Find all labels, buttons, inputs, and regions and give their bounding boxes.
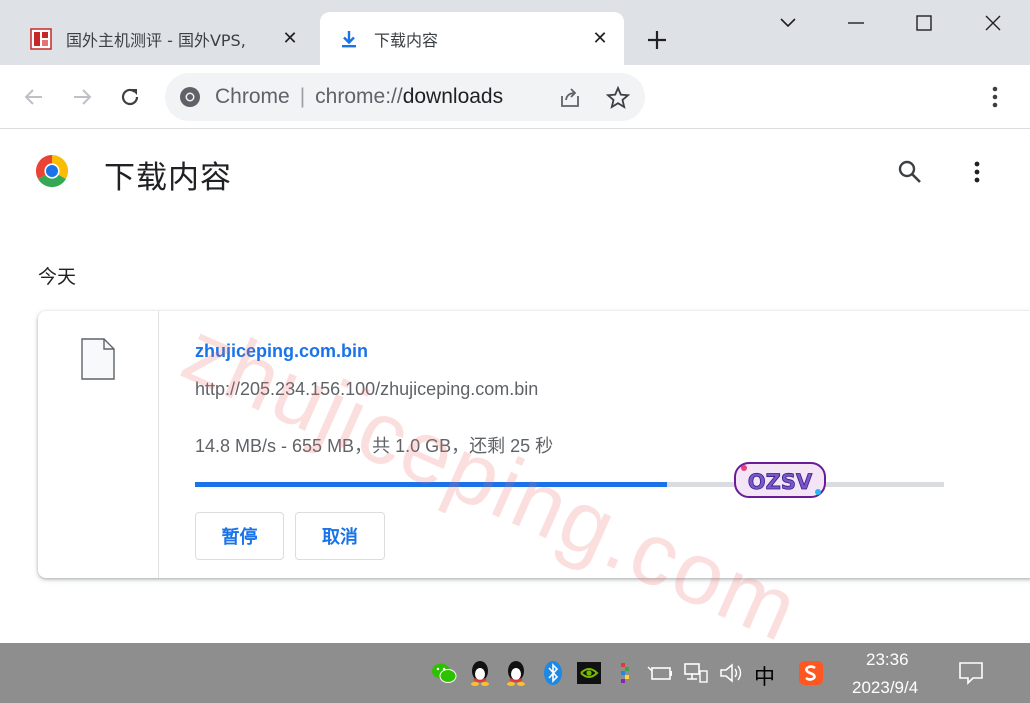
qq-penguin-icon[interactable] [503, 660, 529, 686]
tab-title: 下载内容 [374, 30, 439, 50]
close-window-icon[interactable] [973, 8, 1013, 38]
url-host: downloads [402, 85, 504, 108]
site-label: Chrome [215, 85, 290, 108]
volume-icon[interactable] [718, 660, 744, 686]
sogou-input-icon[interactable] [798, 660, 824, 686]
forward-arrow-icon[interactable] [66, 81, 98, 113]
date-heading: 今天 [38, 266, 77, 288]
source-url[interactable]: http://205.234.156.100/zhujiceping.com.b… [195, 379, 538, 400]
tab-zhujiceping[interactable]: 国外主机测评 - 国外VPS, ✕ [18, 12, 314, 65]
browser-toolbar: Chrome | chrome://downloads [0, 65, 1030, 129]
maximize-icon[interactable] [904, 8, 944, 38]
file-icon-column [38, 311, 159, 578]
network-icon[interactable] [683, 660, 709, 686]
download-item-card: zhujiceping.com.bin http://205.234.156.1… [38, 311, 1030, 578]
page-title: 下载内容 [104, 160, 232, 196]
address-bar[interactable]: Chrome | chrome://downloads [165, 73, 645, 121]
colorful-app-icon[interactable] [612, 660, 638, 686]
address-separator: | [299, 85, 306, 108]
progress-bar [195, 482, 944, 487]
ozsv-sticker-logo: OZSV [734, 462, 826, 498]
reload-icon[interactable] [114, 81, 146, 113]
seal-favicon-icon [30, 27, 52, 50]
tab-close-icon[interactable]: ✕ [588, 27, 612, 51]
chrome-menu-icon[interactable] [979, 81, 1011, 113]
download-status: 14.8 MB/s - 655 MB，共 1.0 GB，还剩 25 秒 [195, 436, 554, 456]
url-scheme: chrome:// [315, 85, 403, 108]
file-name-link[interactable]: zhujiceping.com.bin [195, 341, 368, 362]
minimize-icon[interactable] [836, 8, 876, 38]
battery-plug-icon[interactable] [647, 660, 673, 686]
qq-penguin-icon[interactable] [467, 660, 493, 686]
search-icon[interactable] [896, 158, 924, 186]
downloads-header: 下载内容 [0, 130, 1030, 220]
chrome-logo-icon [35, 154, 69, 188]
download-icon [342, 30, 356, 47]
pause-button[interactable]: 暂停 [195, 512, 284, 560]
address-text[interactable]: Chrome | chrome://downloads [215, 85, 503, 109]
tab-downloads[interactable]: 下载内容 ✕ [320, 12, 624, 65]
wechat-icon[interactable] [431, 660, 457, 686]
progress-fill [195, 482, 667, 487]
tab-close-icon[interactable]: ✕ [278, 27, 302, 51]
sticker-text: OZSV [748, 470, 813, 494]
clock-time[interactable]: 23:36 [866, 650, 909, 670]
tab-title: 国外主机测评 - 国外VPS, [66, 30, 246, 50]
file-icon [81, 338, 115, 380]
bluetooth-icon[interactable] [540, 660, 566, 686]
ime-indicator[interactable]: 中 [754, 661, 775, 691]
tab-strip: 国外主机测评 - 国外VPS, ✕ 下载内容 ✕ [0, 0, 1030, 65]
chrome-site-icon [180, 87, 200, 107]
clock-date[interactable]: 2023/9/4 [852, 678, 918, 698]
bookmark-star-icon[interactable] [605, 85, 631, 111]
notification-icon[interactable] [958, 660, 984, 686]
new-tab-plus-icon[interactable] [642, 26, 672, 54]
tab-search-chevron-icon[interactable] [768, 8, 808, 38]
more-options-icon[interactable] [964, 158, 990, 186]
cancel-button[interactable]: 取消 [295, 512, 385, 560]
share-icon[interactable] [557, 85, 583, 111]
nvidia-icon[interactable] [576, 660, 602, 686]
back-arrow-icon[interactable] [18, 81, 50, 113]
